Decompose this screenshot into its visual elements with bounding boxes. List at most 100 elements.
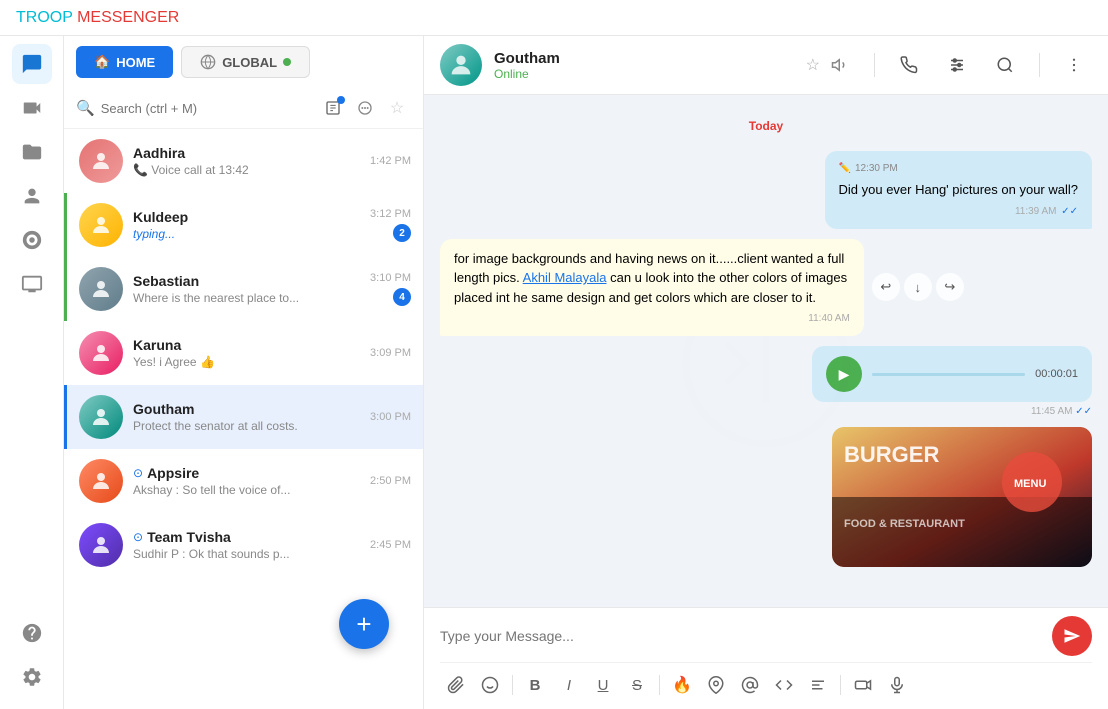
mention-btn[interactable] <box>734 669 766 701</box>
speaker-icon <box>831 56 849 74</box>
conv-time: 3:10 PM <box>370 272 411 284</box>
location-btn[interactable] <box>700 669 732 701</box>
audio-progress-bar[interactable] <box>872 373 1025 376</box>
conversation-item[interactable]: Aadhira 📞 Voice call at 13:42 1:42 PM <box>64 129 423 193</box>
message-time: 11:39 AM ✓✓ <box>839 204 1079 219</box>
avatar <box>79 395 123 439</box>
avatar-img <box>447 51 475 79</box>
conversation-item[interactable]: GouthamProtect the senator at all costs.… <box>64 385 423 449</box>
nav-files-btn[interactable] <box>12 132 52 172</box>
svg-text:BURGER: BURGER <box>844 442 939 467</box>
compose-btn[interactable] <box>319 94 347 122</box>
conv-meta: 2:50 PM <box>370 475 411 487</box>
chat-contact-status: Online <box>494 67 794 81</box>
conv-name: Karuna <box>133 337 181 353</box>
conversation-item[interactable]: ⊙Team TvishaSudhir P : Ok that sounds p.… <box>64 513 423 577</box>
mention-link[interactable]: Akhil Malayala <box>523 270 607 285</box>
messages-icon <box>21 53 43 75</box>
tab-home-btn[interactable]: 🏠 HOME <box>76 46 173 78</box>
chat-header-avatar <box>440 44 482 86</box>
underline-btn[interactable]: U <box>587 669 619 701</box>
attach-btn[interactable] <box>440 669 472 701</box>
code-icon <box>775 676 793 694</box>
nav-screen-btn[interactable] <box>12 264 52 304</box>
settings-icon <box>21 666 43 688</box>
audio-play-btn[interactable]: ▶ <box>826 356 862 392</box>
conv-meta: 3:10 PM4 <box>370 272 411 306</box>
support-icon <box>21 622 43 644</box>
send-btn[interactable] <box>1052 616 1092 656</box>
conv-name: Aadhira <box>133 145 185 161</box>
bold-btn[interactable]: B <box>519 669 551 701</box>
star-filter-btn[interactable]: ☆ <box>383 94 411 122</box>
video-record-btn[interactable] <box>847 669 879 701</box>
conv-preview: Sudhir P : Ok that sounds p... <box>133 547 360 561</box>
nav-support-btn[interactable] <box>12 613 52 653</box>
nav-activity-btn[interactable] <box>12 220 52 260</box>
conv-info: SebastianWhere is the nearest place to..… <box>133 273 360 305</box>
conversation-item[interactable]: ⊙AppsireAkshay : So tell the voice of...… <box>64 449 423 513</box>
settings-panel-btn[interactable] <box>939 47 975 83</box>
search-input[interactable] <box>101 101 313 116</box>
nav-settings-btn[interactable] <box>12 657 52 697</box>
format-btn[interactable] <box>802 669 834 701</box>
conv-time: 1:42 PM <box>370 155 411 167</box>
nav-contacts-btn[interactable] <box>12 176 52 216</box>
conv-preview: Where is the nearest place to... <box>133 291 360 305</box>
message-actions: ↩ ↓ ↪ <box>872 273 964 301</box>
nav-messages-btn[interactable] <box>12 44 52 84</box>
conv-name: Appsire <box>147 465 199 481</box>
conv-meta: 3:09 PM <box>370 347 411 359</box>
edited-label: ✏️ 12:30 PM <box>839 161 1079 176</box>
conv-meta: 1:42 PM <box>370 155 411 167</box>
search-chat-btn[interactable] <box>987 47 1023 83</box>
new-conversation-btn[interactable]: + <box>339 599 389 649</box>
nav-tabs: 🏠 HOME GLOBAL <box>64 36 423 88</box>
underline-icon: U <box>598 677 609 694</box>
avatar <box>79 459 123 503</box>
download-btn[interactable]: ↓ <box>904 273 932 301</box>
more-options-btn[interactable] <box>1056 47 1092 83</box>
home-icon: 🏠 <box>94 54 110 70</box>
search-actions: ☆ <box>319 94 411 122</box>
italic-btn[interactable]: I <box>553 669 585 701</box>
conv-time: 3:12 PM <box>370 208 411 220</box>
message-text: for image backgrounds and having news on… <box>454 249 850 308</box>
conversation-item[interactable]: SebastianWhere is the nearest place to..… <box>64 257 423 321</box>
chat-panel: Goutham Online ☆ <box>424 36 1108 709</box>
emoji-btn[interactable] <box>474 669 506 701</box>
conv-time: 2:50 PM <box>370 475 411 487</box>
image-message[interactable]: BURGER FOOD & RESTAURANT MENU <box>832 427 1092 567</box>
format-icon <box>809 676 827 694</box>
audio-record-btn[interactable] <box>881 669 913 701</box>
toolbar-div-1 <box>512 675 513 695</box>
nav-video-btn[interactable] <box>12 88 52 128</box>
conversation-item[interactable]: Kuldeeptyping...3:12 PM2 <box>64 193 423 257</box>
conv-meta: 2:45 PM <box>370 539 411 551</box>
forward-btn[interactable]: ↪ <box>936 273 964 301</box>
search-chat-icon <box>996 56 1014 74</box>
tab-global-btn[interactable]: GLOBAL <box>181 46 310 78</box>
fire-btn[interactable]: 🔥 <box>666 669 698 701</box>
video-icon <box>21 97 43 119</box>
conv-name: Goutham <box>133 401 194 417</box>
conv-info: GouthamProtect the senator at all costs. <box>133 401 360 433</box>
video-record-icon <box>854 676 872 694</box>
code-btn[interactable] <box>768 669 800 701</box>
message-bubble-received: for image backgrounds and having news on… <box>440 239 864 337</box>
conv-preview: 📞 Voice call at 13:42 <box>133 163 360 177</box>
conv-name: Team Tvisha <box>147 529 231 545</box>
strikethrough-btn[interactable]: S <box>621 669 653 701</box>
favorite-star[interactable]: ☆ <box>806 55 820 75</box>
message-input[interactable] <box>440 628 1044 644</box>
call-btn[interactable] <box>891 47 927 83</box>
avatar <box>79 203 123 247</box>
mute-btn[interactable] <box>822 47 858 83</box>
tab-home-label: HOME <box>116 55 155 70</box>
conversation-item[interactable]: KarunaYes! i Agree 👍3:09 PM <box>64 321 423 385</box>
svg-text:MENU: MENU <box>1014 478 1046 490</box>
reply-btn[interactable]: ↩ <box>872 273 900 301</box>
audio-duration: 00:00:01 <box>1035 368 1078 380</box>
toolbar-div-2 <box>659 675 660 695</box>
filter-btn[interactable] <box>351 94 379 122</box>
